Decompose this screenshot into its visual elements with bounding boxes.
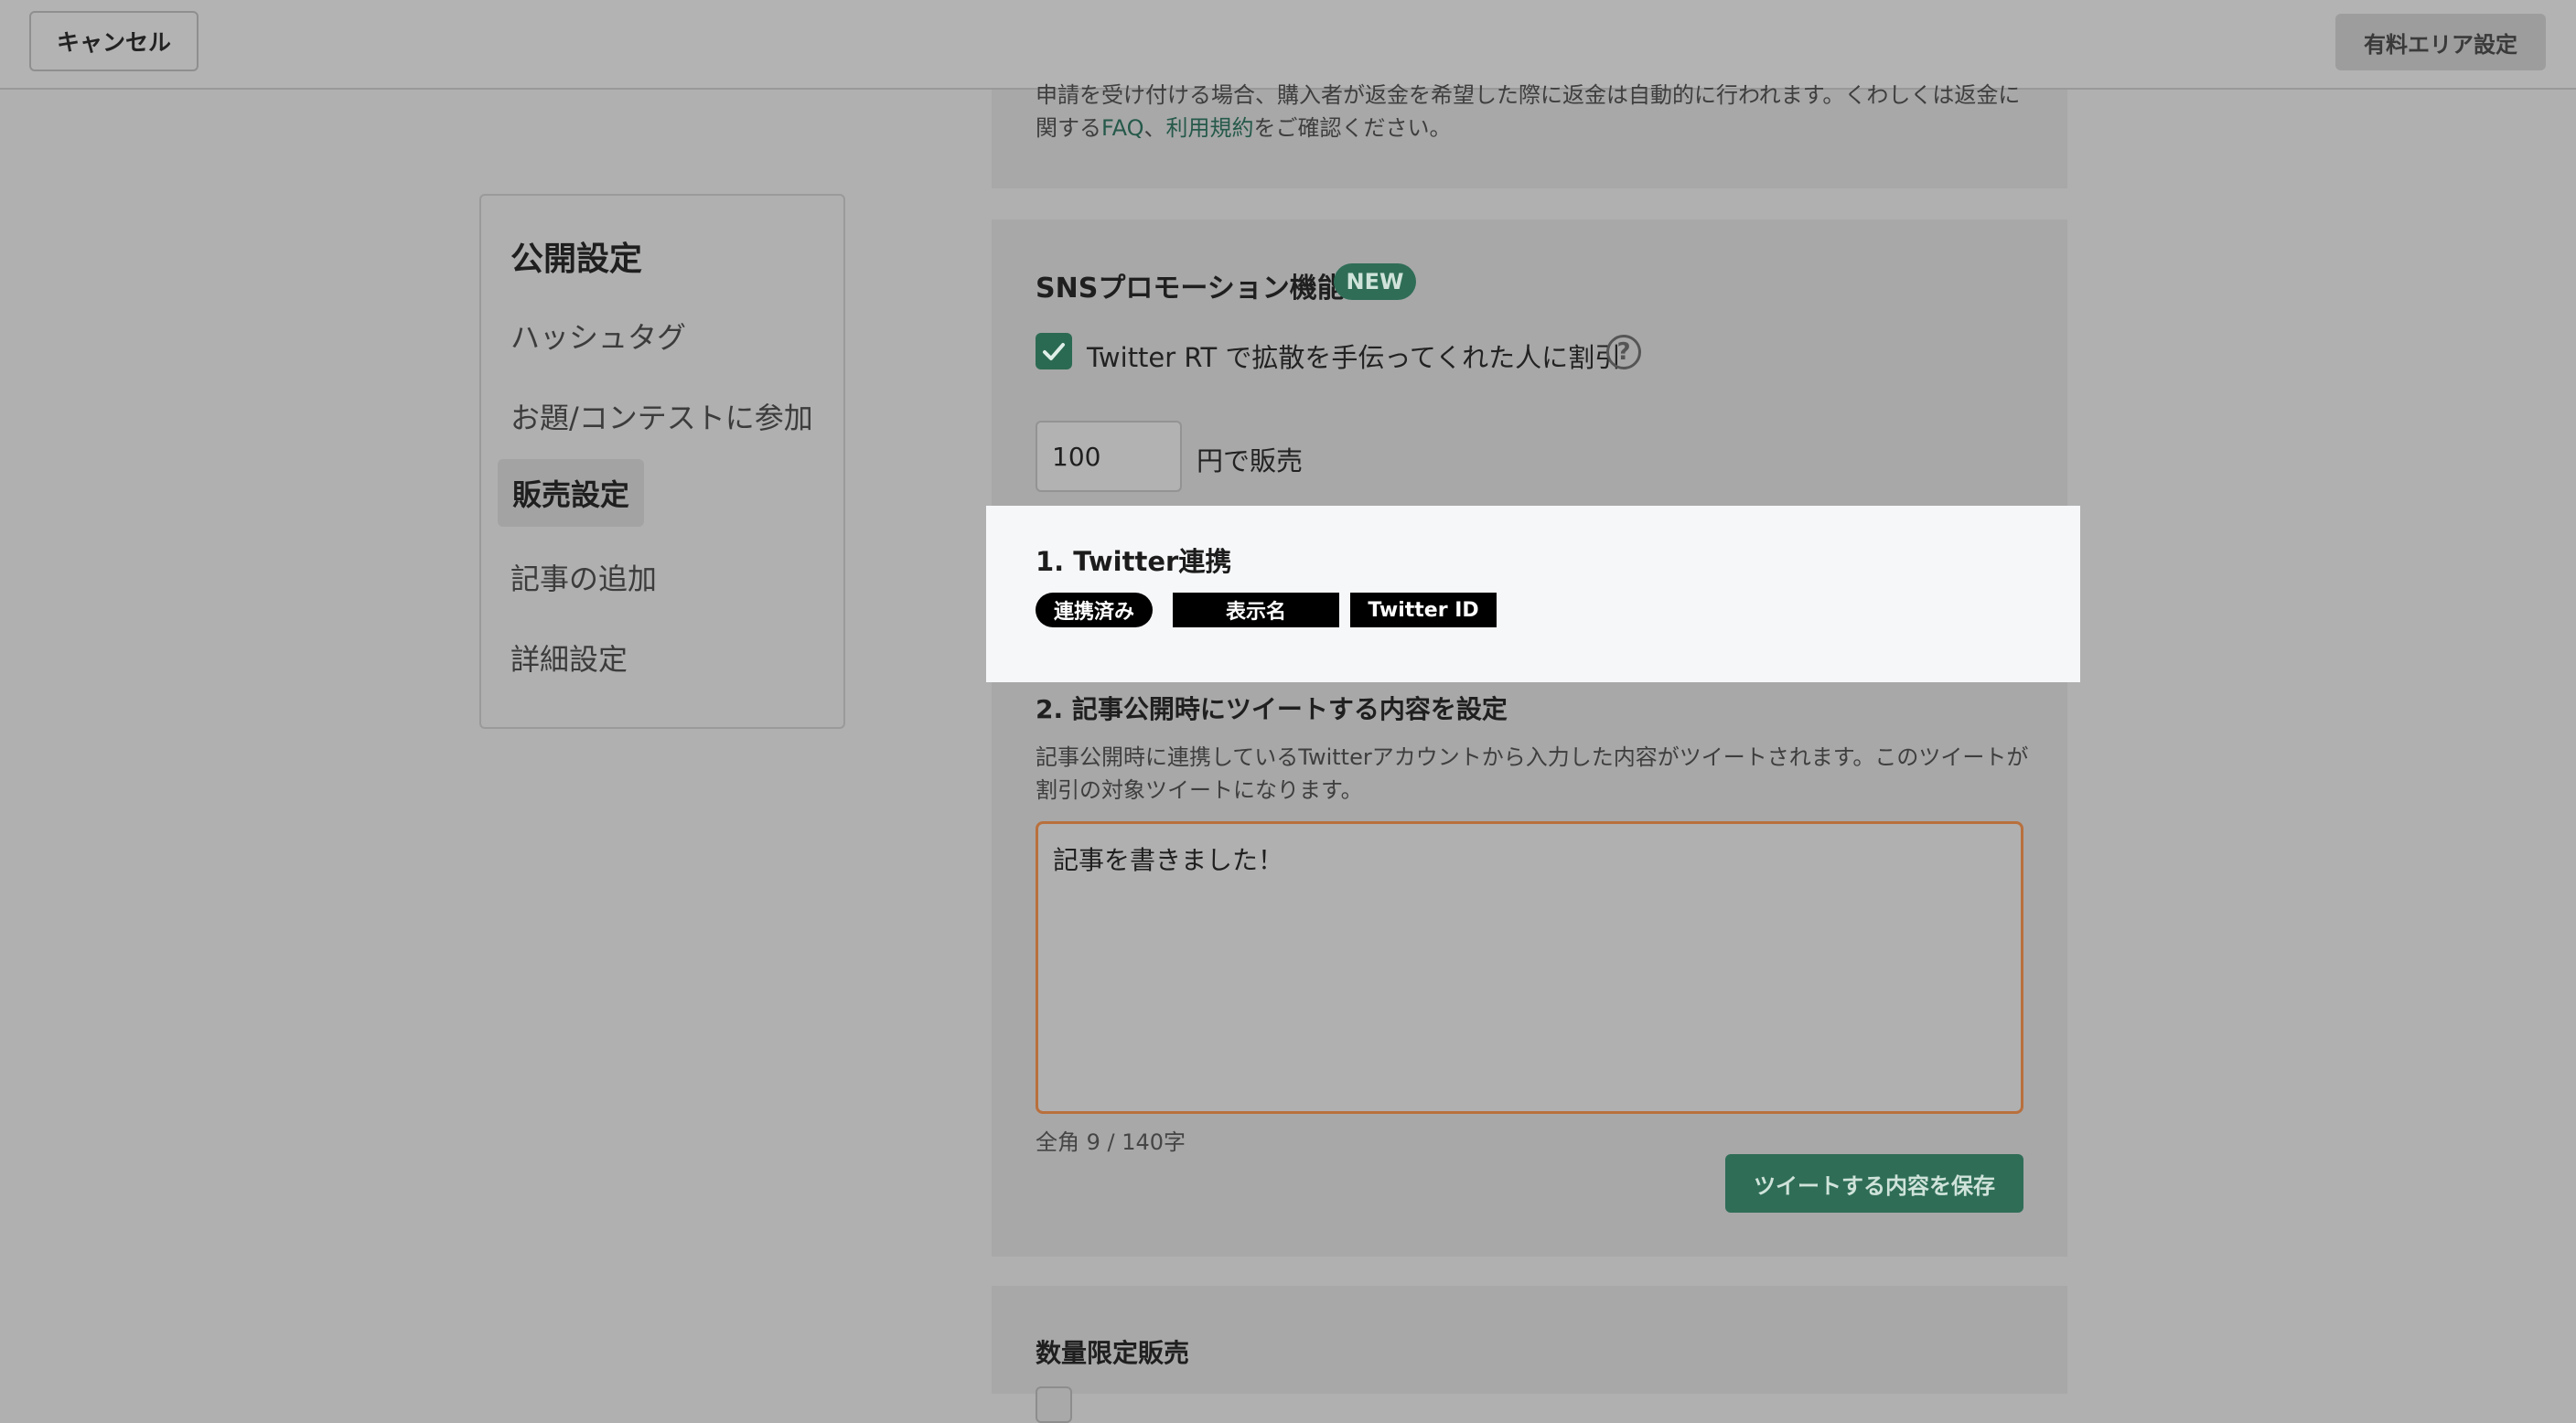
discount-price-input[interactable]: [1036, 421, 1182, 492]
sidebar-item-advanced[interactable]: 詳細設定: [510, 637, 628, 679]
twitter-link-section: 1. Twitter連携 連携済み 表示名 Twitter ID: [986, 506, 2080, 682]
cancel-button[interactable]: キャンセル: [29, 11, 199, 71]
twitter-link-title: 1. Twitter連携: [1036, 546, 1232, 577]
refund-note: 申請を受け付ける場合、購入者が返金を希望した際に返金は自動的に行われます。くわし…: [1036, 79, 2023, 144]
faq-link[interactable]: FAQ: [1101, 115, 1144, 141]
limited-sales-checkbox[interactable]: [1036, 1386, 1072, 1423]
paid-area-settings-button[interactable]: 有料エリア設定: [2335, 14, 2546, 70]
sidebar-item-hashtag[interactable]: ハッシュタグ: [510, 315, 686, 357]
sidebar-title: 公開設定: [510, 241, 643, 278]
character-counter: 全角 9 / 140字: [1036, 1129, 1186, 1155]
top-bar: キャンセル 有料エリア設定: [0, 0, 2576, 90]
linked-status-badge: 連携済み: [1036, 593, 1153, 627]
check-icon: [1043, 343, 1065, 360]
twitter-id-tag: Twitter ID: [1350, 593, 1497, 627]
price-suffix: 円で販売: [1197, 445, 1304, 476]
sidebar-item-contest[interactable]: お題/コンテストに参加: [510, 395, 813, 437]
display-name-tag: 表示名: [1173, 593, 1339, 627]
sidebar-item-add-article[interactable]: 記事の追加: [510, 556, 657, 598]
retweet-discount-label[interactable]: Twitter RT で拡散を手伝ってくれた人に割引: [1087, 337, 1621, 375]
retweet-discount-checkbox[interactable]: [1036, 333, 1072, 369]
settings-sidebar: 公開設定 ハッシュタグ お題/コンテストに参加 販売設定 記事の追加 詳細設定: [479, 194, 845, 729]
link-separator: 、: [1143, 115, 1166, 141]
tweet-content-description: 記事公開時に連携しているTwitterアカウントから入力した内容がツイートされま…: [1036, 744, 2029, 803]
new-badge: NEW: [1334, 263, 1416, 300]
tweet-content-title: 2. 記事公開時にツイートする内容を設定: [1036, 694, 1508, 724]
terms-link[interactable]: 利用規約: [1166, 115, 1254, 141]
limited-sales-title: 数量限定販売: [1036, 1338, 1190, 1368]
save-tweet-button[interactable]: ツイートする内容を保存: [1725, 1154, 2023, 1213]
refund-note-suffix: をご確認ください。: [1253, 115, 1452, 141]
tweet-content-textarea[interactable]: 記事を書きました！: [1036, 821, 2023, 1114]
sidebar-item-sales[interactable]: 販売設定: [498, 459, 645, 527]
sns-promotion-title: SNSプロモーション機能: [1036, 273, 1345, 305]
help-icon[interactable]: ?: [1606, 335, 1641, 369]
